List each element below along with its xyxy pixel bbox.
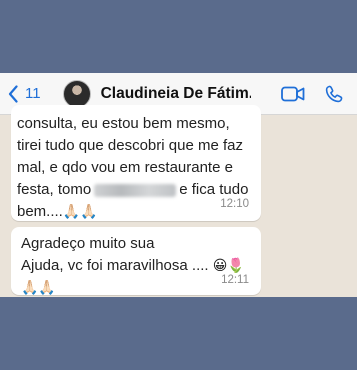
message-line: tirei tudo que descobri que me faz — [17, 137, 243, 154]
message-line: festa, tomo e fica tudo — [17, 179, 251, 201]
message-line: 🙏🏻🙏🏻 — [21, 277, 251, 297]
chat-screen: 11 Claudineia De Fátim... consulta, eu e… — [0, 73, 357, 297]
message-line: Agradeço muito sua — [21, 235, 155, 252]
redacted-text — [94, 183, 177, 197]
unread-count: 11 — [25, 85, 41, 102]
message-fragment: Ajuda, vc foi maravilhosa .... — [21, 257, 209, 274]
message-line: consulta, eu estou bem mesmo, — [17, 115, 230, 132]
contact-name[interactable]: Claudineia De Fátim... — [101, 85, 251, 103]
chevron-left-icon — [8, 84, 18, 103]
pray-emoji: 🙏🏻🙏🏻 — [21, 280, 56, 296]
message-fragment: festa, tomo — [17, 181, 92, 198]
avatar[interactable] — [62, 79, 91, 108]
phone-icon[interactable] — [325, 85, 343, 103]
message-bubble[interactable]: consulta, eu estou bem mesmo, tirei tudo… — [11, 105, 261, 221]
message-line: bem....🙏🏻🙏🏻 — [17, 201, 251, 223]
back-button[interactable]: 11 — [8, 84, 41, 103]
message-time: 12:11 — [221, 274, 249, 286]
message-time: 12:10 — [220, 198, 249, 210]
message-bubble[interactable]: Agradeço muito sua Ajuda, vc foi maravil… — [11, 227, 261, 297]
message-line: Ajuda, vc foi maravilhosa .... 😀🌷 — [21, 255, 251, 277]
message-line: mal, e qdo vou em restaurante e — [17, 159, 233, 176]
video-call-icon[interactable] — [281, 86, 305, 102]
pray-emoji: 🙏🏻🙏🏻 — [62, 204, 98, 220]
message-fragment: bem.... — [17, 203, 63, 220]
